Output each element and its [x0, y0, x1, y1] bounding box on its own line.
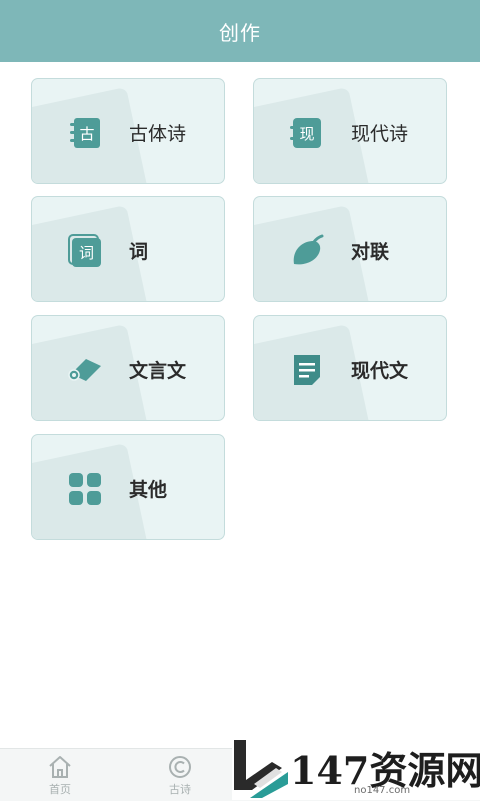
tab-label: 首页: [49, 783, 71, 796]
copyright-circle-icon: [169, 756, 191, 778]
leaf-icon: [293, 234, 324, 265]
watermark-logo-icon: [234, 740, 288, 798]
svg-text:现: 现: [299, 125, 314, 143]
watermark-subtext: no147.com: [354, 785, 411, 796]
card-wenyanwen[interactable]: 文言文: [31, 315, 225, 421]
card-label: 其他: [129, 479, 168, 501]
home-icon: [49, 756, 71, 778]
card-label: 现代文: [351, 360, 409, 382]
grid-four-icon: [69, 473, 101, 505]
page-title: 创作: [219, 20, 261, 45]
card-xiandaishi[interactable]: 现 现代诗: [253, 78, 447, 184]
stacked-ci-icon: 词: [68, 234, 101, 267]
watermark: 147资源网 no147.com: [232, 738, 480, 800]
tab-gushi[interactable]: 古诗: [150, 753, 210, 799]
card-xiandaiwen[interactable]: 现代文: [253, 315, 447, 421]
notebook-xian-icon: 现: [290, 118, 321, 148]
card-label: 现代诗: [351, 123, 409, 145]
card-duilian[interactable]: 对联: [253, 196, 447, 302]
tab-home[interactable]: 首页: [30, 753, 90, 799]
document-lines-icon: [294, 355, 320, 385]
notebook-gu-icon: 古: [70, 118, 100, 148]
app-header: 创作: [0, 0, 480, 62]
card-label: 对联: [351, 241, 390, 263]
scroll-icon: [68, 359, 101, 381]
card-gutishi[interactable]: 古 古体诗: [31, 78, 225, 184]
card-qita[interactable]: 其他: [31, 434, 225, 540]
svg-text:古: 古: [79, 125, 94, 143]
card-label: 古体诗: [129, 123, 187, 145]
card-label: 文言文: [129, 360, 187, 382]
card-ci[interactable]: 词 词: [31, 196, 225, 302]
svg-text:词: 词: [79, 244, 94, 262]
card-label: 词: [129, 241, 149, 263]
tab-label: 古诗: [169, 783, 191, 796]
